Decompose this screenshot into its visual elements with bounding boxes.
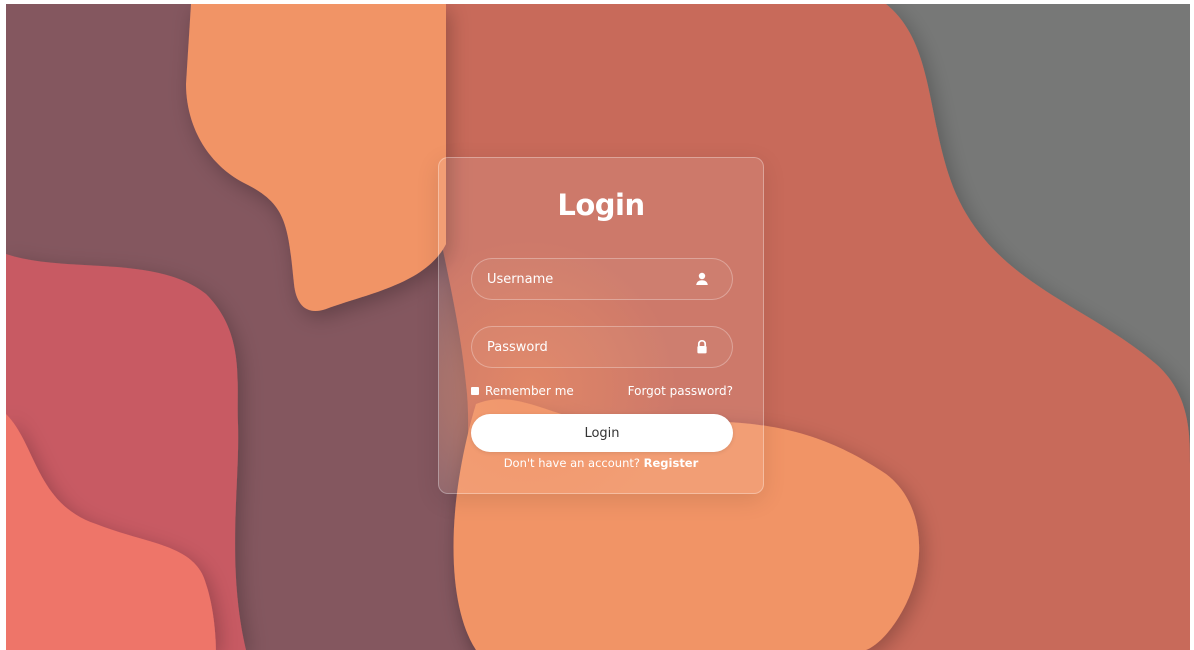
background-stage: Login Remember me — [6, 4, 1190, 650]
page-title: Login — [557, 188, 645, 222]
lock-icon — [697, 339, 707, 354]
forgot-password-link[interactable]: Forgot password? — [628, 384, 733, 398]
remember-me-label: Remember me — [485, 384, 574, 398]
login-button[interactable]: Login — [471, 414, 733, 452]
register-link[interactable]: Register — [644, 456, 699, 470]
username-field[interactable] — [471, 258, 733, 300]
login-card: Login Remember me — [438, 157, 764, 494]
checkbox-box[interactable] — [471, 387, 479, 395]
username-input[interactable] — [472, 259, 682, 299]
user-icon — [696, 272, 708, 285]
password-input[interactable] — [472, 327, 682, 367]
remember-me-checkbox[interactable]: Remember me — [471, 384, 574, 398]
register-prompt: Don't have an account? Register — [439, 456, 763, 470]
register-prompt-text: Don't have an account? — [503, 456, 644, 470]
login-form: Login Remember me — [439, 158, 763, 493]
password-field[interactable] — [471, 326, 733, 368]
options-row: Remember me Forgot password? — [471, 384, 733, 400]
